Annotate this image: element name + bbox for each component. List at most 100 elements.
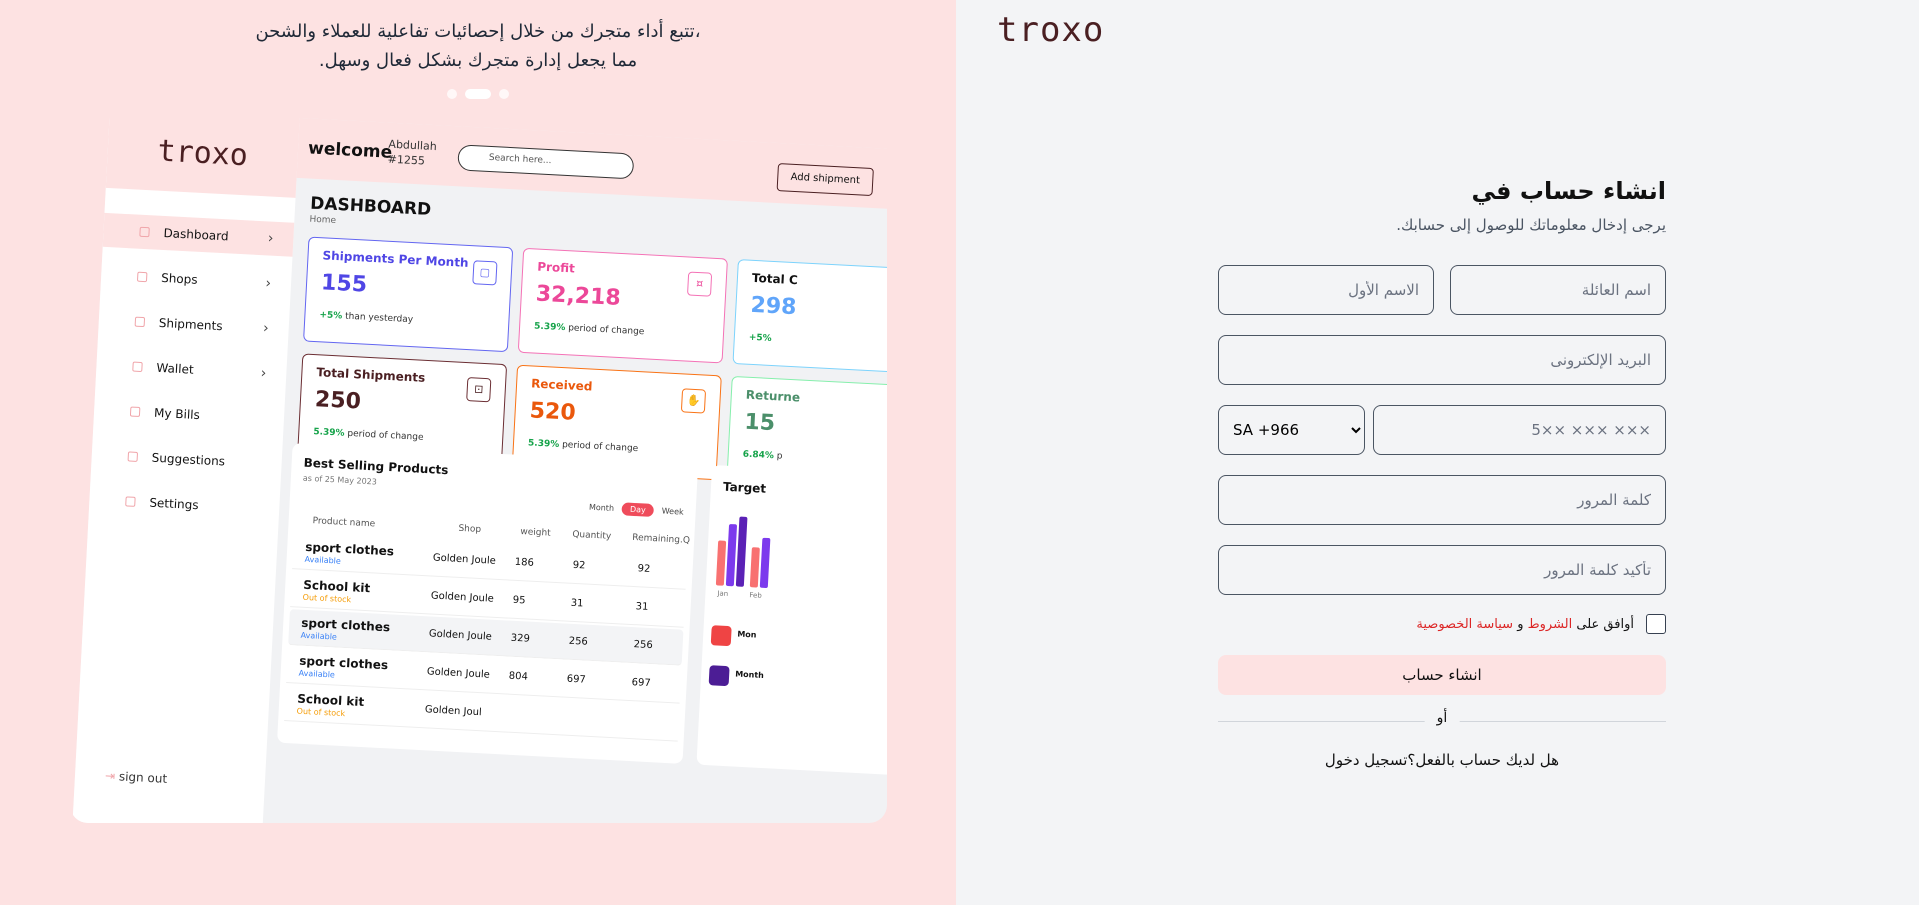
mock-cell: 697: [631, 677, 651, 690]
mock-card-change-value: 5.39%: [533, 321, 566, 334]
mock-tab: Month: [588, 502, 615, 513]
mock-nav-item: Wallet ›: [96, 348, 288, 392]
currency-icon: ¤: [686, 271, 713, 297]
mock-nav-item: Suggestions: [91, 438, 283, 482]
mock-cell: 697: [566, 673, 587, 686]
wallet-icon: [132, 361, 143, 373]
mock-nav-label: Settings: [149, 495, 199, 513]
terms-checkbox[interactable]: [1646, 614, 1666, 634]
mock-col: Remaining.Q: [631, 532, 691, 546]
chevron-right-icon: ›: [265, 275, 272, 292]
mock-tab-active: Day: [621, 502, 655, 518]
login-link[interactable]: هل لديك حساب بالفعل؟تسجيل دخول: [1218, 751, 1666, 769]
mock-user-id: #1255: [387, 152, 426, 168]
fedex-logo-icon: [708, 665, 730, 687]
mock-cell: 186: [514, 556, 535, 569]
terms-link[interactable]: الشروط: [1528, 617, 1573, 632]
mock-col: weight: [520, 527, 551, 539]
or-text: أو: [1424, 710, 1460, 726]
create-account-button[interactable]: انشاء حساب: [1218, 655, 1666, 695]
carousel-dot-active[interactable]: [465, 89, 491, 99]
mock-card-value: 32,218: [535, 281, 622, 311]
mock-card-value: 298: [749, 292, 798, 321]
carousel-dot[interactable]: [499, 89, 509, 99]
mock-product-status: Available: [298, 668, 336, 680]
mock-card-title: Shipments Per Month: [322, 248, 469, 270]
mock-welcome: welcome: [307, 138, 393, 163]
mock-best-selling: Best Selling Products as of 25 May 2023 …: [277, 443, 699, 764]
phone-input[interactable]: [1373, 405, 1666, 455]
mock-card-title: Total Shipments: [316, 365, 426, 385]
mock-col: Quantity: [572, 529, 612, 542]
mock-logo: troxo: [105, 118, 300, 198]
mock-cell: 329: [510, 632, 531, 645]
mock-card-change: 5.39% period of change: [313, 427, 424, 443]
mock-tab: Week: [661, 506, 684, 517]
mock-sign-out-label: sign out: [118, 769, 168, 786]
chevron-right-icon: ›: [262, 320, 270, 337]
mock-card-change: 6.84% p: [742, 450, 782, 462]
mock-cell: 31: [570, 597, 584, 610]
carousel-dot[interactable]: [447, 89, 457, 99]
mock-card-note: period of change: [347, 428, 424, 443]
mock-stat-card: Total C 298 +5%: [732, 259, 887, 375]
mock-cell: 95: [512, 594, 526, 607]
shop-icon: [136, 271, 148, 283]
mock-col: Product name: [312, 516, 376, 530]
mock-nav-item: Shipments ›: [98, 303, 290, 347]
suggestion-icon: [127, 451, 139, 462]
mock-cell: Golden Joul: [424, 704, 483, 719]
email-input[interactable]: [1218, 335, 1666, 385]
mock-card-change-value: 5.39%: [527, 438, 560, 450]
mock-period-tabs: Month Day Week: [589, 501, 684, 519]
mock-cell: Golden Joule: [426, 666, 491, 681]
sign-out-icon: ⇥: [104, 768, 120, 784]
mock-card-change-value: 5.39%: [313, 427, 345, 439]
mock-best-selling-subtitle: as of 25 May 2023: [302, 473, 378, 487]
mock-target-panel: Target Jan Feb Mon Month: [696, 465, 887, 776]
mock-stat-card: Shipments Per Month 155 +5% than yesterd…: [303, 236, 514, 353]
form-title: انشاء حساب في: [1471, 177, 1667, 205]
promo-caption-line2: .مما يجعل إدارة متجرك بشكل فعال وسهل: [318, 50, 638, 71]
mock-card-change-value: +5%: [319, 310, 343, 322]
mock-bar: [735, 516, 748, 587]
brand-logo[interactable]: troxo: [997, 10, 1104, 50]
mock-card-change: 5.39% period of change: [528, 438, 639, 454]
country-code-select[interactable]: SA +966: [1218, 405, 1365, 455]
mock-nav-label: My Bills: [153, 405, 201, 423]
mock-card-change: +5% than yesterday: [319, 310, 413, 325]
mock-target-chart: [715, 505, 780, 589]
mock-bar: [749, 547, 760, 588]
first-name-input[interactable]: [1218, 265, 1434, 315]
app-logo-icon: [710, 625, 732, 647]
mock-nav-item: Dashboard ›: [102, 212, 295, 257]
dashboard-mockup-image: troxo Dashboard › Shops › Shipments › Walle…: [70, 118, 887, 823]
mock-nav-label: Wallet: [156, 360, 195, 377]
mock-cell: 804: [508, 670, 529, 683]
last-name-input[interactable]: [1450, 265, 1666, 315]
mock-product-status: Out of stock: [296, 706, 346, 719]
mock-col: Shop: [458, 523, 482, 535]
mock-search: Search here...: [457, 144, 635, 180]
privacy-link[interactable]: سياسة الخصوصية: [1416, 617, 1513, 632]
mock-cell: 256: [568, 635, 589, 648]
mock-sign-out: ⇥ sign out: [105, 769, 168, 786]
mock-cell: Golden Joule: [428, 628, 493, 643]
mock-breadcrumb: Home: [309, 214, 337, 226]
agree-prefix: أوافق على: [1576, 616, 1634, 632]
mock-product-status: Available: [300, 630, 338, 642]
mock-search-text: Search here...: [488, 152, 552, 167]
promo-panel: تتبع أداء متجرك من خلال إحصائيات تفاعلية…: [0, 0, 956, 905]
mock-card-change-value: +5%: [748, 332, 772, 344]
mock-cell: 31: [635, 601, 649, 613]
password-input[interactable]: [1218, 475, 1666, 525]
mock-card-note: p: [776, 451, 783, 462]
mock-user-info: Abdullah #1255: [387, 137, 437, 169]
mock-card-note: period of change: [567, 323, 645, 338]
confirm-password-input[interactable]: [1218, 545, 1666, 595]
mock-card-change: +5%: [749, 333, 772, 344]
truck-icon: [134, 316, 146, 328]
promo-caption-line1: تتبع أداء متجرك من خلال إحصائيات تفاعلية…: [255, 21, 701, 42]
terms-agreement: أوافق على الشروط و سياسة الخصوصية: [1416, 613, 1666, 635]
mock-card-value: 155: [320, 270, 368, 298]
